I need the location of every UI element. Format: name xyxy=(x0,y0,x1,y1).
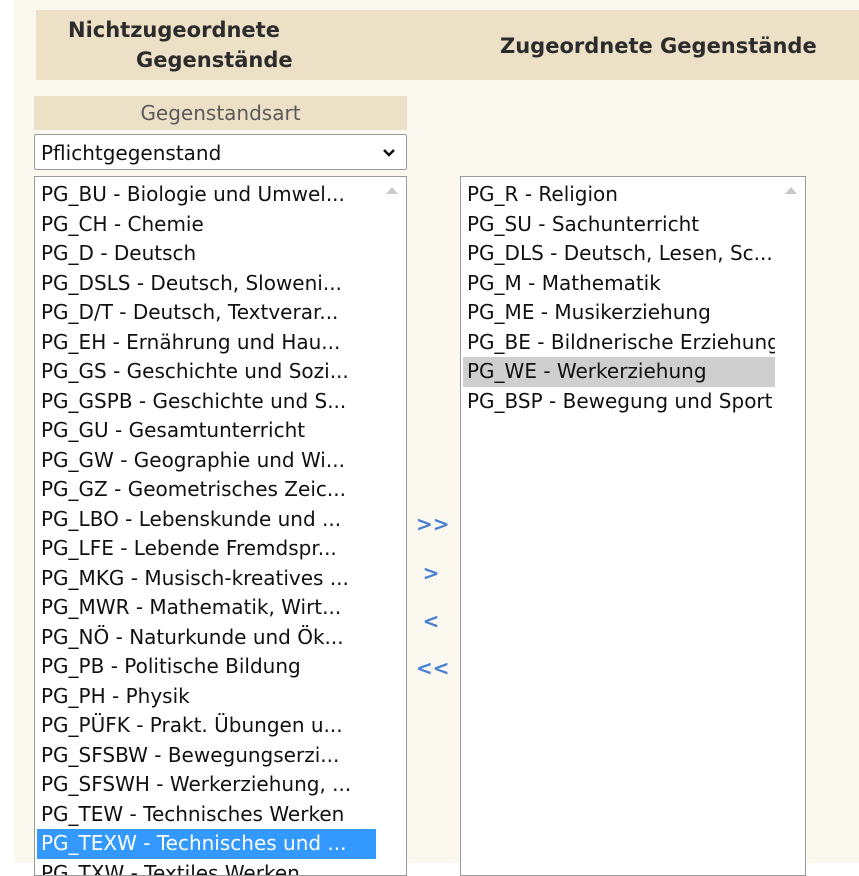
list-item[interactable]: PG_R - Religion xyxy=(463,180,775,210)
list-item[interactable]: PG_M - Mathematik xyxy=(463,269,775,299)
unassigned-header-line1: Nichtzugeordnete xyxy=(68,18,280,42)
gegenstandsart-value: Pflichtgegenstand xyxy=(41,141,221,165)
list-item[interactable]: PG_PB - Politische Bildung xyxy=(37,652,376,682)
list-item[interactable]: PG_D - Deutsch xyxy=(37,239,376,269)
list-item[interactable]: PG_NÖ - Naturkunde und Ök... xyxy=(37,623,376,653)
list-item[interactable]: PG_SU - Sachunterricht xyxy=(463,210,775,240)
list-item[interactable]: PG_BSP - Bewegung und Sport xyxy=(463,387,775,417)
list-item[interactable]: PG_GS - Geschichte und Sozi... xyxy=(37,357,376,387)
unassigned-list: PG_BU - Biologie und Umwel...PG_CH - Che… xyxy=(37,180,376,876)
gegenstandsart-select[interactable]: Pflichtgegenstand xyxy=(34,134,407,170)
list-item[interactable]: PG_GW - Geographie und Wi... xyxy=(37,446,376,476)
list-item[interactable]: PG_LFE - Lebende Fremdspr... xyxy=(37,534,376,564)
list-item[interactable]: PG_BU - Biologie und Umwel... xyxy=(37,180,376,210)
list-item[interactable]: PG_ME - Musikerziehung xyxy=(463,298,775,328)
unassigned-listbox[interactable]: PG_BU - Biologie und Umwel...PG_CH - Che… xyxy=(34,176,407,876)
list-item[interactable]: PG_TEXW - Technisches und ... xyxy=(37,829,376,859)
move-all-right-button[interactable]: >> xyxy=(416,512,446,536)
list-item[interactable]: PG_SFSBW - Bewegungserzi... xyxy=(37,741,376,771)
scroll-up-icon[interactable] xyxy=(386,187,398,194)
assigned-listbox[interactable]: PG_R - ReligionPG_SU - SachunterrichtPG_… xyxy=(460,176,806,876)
gegenstandsart-label: Gegenstandsart xyxy=(34,96,407,130)
list-item[interactable]: PG_DLS - Deutsch, Lesen, Sc... xyxy=(463,239,775,269)
move-left-button[interactable]: < xyxy=(416,609,446,633)
assignment-panel: Nichtzugeordnete Gegenstände Zugeordnete… xyxy=(14,0,859,863)
list-item[interactable]: PG_PÜFK - Prakt. Übungen u... xyxy=(37,711,376,741)
unassigned-header: Nichtzugeordnete Gegenstände xyxy=(36,10,340,80)
list-item[interactable]: PG_D/T - Deutsch, Textverar... xyxy=(37,298,376,328)
list-item[interactable]: PG_GU - Gesamtunterricht xyxy=(37,416,376,446)
move-right-button[interactable]: > xyxy=(416,561,446,585)
list-item[interactable]: PG_WE - Werkerziehung xyxy=(463,357,775,387)
list-item[interactable]: PG_PH - Physik xyxy=(37,682,376,712)
unassigned-header-line2: Gegenstände xyxy=(136,48,293,72)
list-item[interactable]: PG_LBO - Lebenskunde und ... xyxy=(37,505,376,535)
list-item[interactable]: PG_SFSWH - Werkerziehung, ... xyxy=(37,770,376,800)
list-item[interactable]: PG_MWR - Mathematik, Wirt... xyxy=(37,593,376,623)
list-item[interactable]: PG_TXW - Textiles Werken xyxy=(37,859,376,876)
assigned-list: PG_R - ReligionPG_SU - SachunterrichtPG_… xyxy=(463,180,775,416)
list-item[interactable]: PG_BE - Bildnerische Erziehung xyxy=(463,328,775,358)
assigned-header-title: Zugeordnete Gegenstände xyxy=(500,34,817,58)
list-item[interactable]: PG_GZ - Geometrisches Zeic... xyxy=(37,475,376,505)
assigned-header: Zugeordnete Gegenstände xyxy=(340,10,859,80)
list-item[interactable]: PG_MKG - Musisch-kreatives ... xyxy=(37,564,376,594)
move-all-left-button[interactable]: << xyxy=(416,656,446,680)
list-item[interactable]: PG_DSLS - Deutsch, Sloweni... xyxy=(37,269,376,299)
list-item[interactable]: PG_CH - Chemie xyxy=(37,210,376,240)
list-item[interactable]: PG_GSPB - Geschichte und S... xyxy=(37,387,376,417)
scroll-up-icon[interactable] xyxy=(785,187,797,194)
list-item[interactable]: PG_TEW - Technisches Werken xyxy=(37,800,376,830)
list-item[interactable]: PG_EH - Ernährung und Hau... xyxy=(37,328,376,358)
